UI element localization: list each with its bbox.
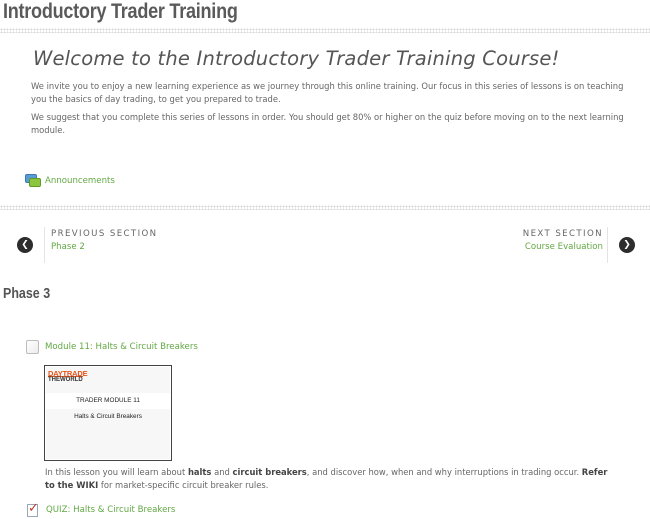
dotted-divider (0, 28, 650, 33)
chevron-right-icon[interactable]: ❯ (619, 237, 635, 253)
section-title: Phase 3 (3, 286, 51, 302)
dotted-divider (0, 205, 650, 210)
announcements-link[interactable]: Announcements (45, 176, 115, 186)
module-description: In this lesson you will learn about halt… (45, 467, 608, 490)
module-link[interactable]: Module 11: Halts & Circuit Breakers (45, 342, 198, 352)
next-section-heading: NEXT SECTION (522, 229, 603, 239)
module-activity[interactable]: Module 11: Halts & Circuit Breakers (26, 339, 198, 355)
intro-paragraph-2: We suggest that you complete this series… (31, 112, 624, 135)
quiz-icon: ✓ (27, 501, 39, 517)
quiz-link[interactable]: QUIZ: Halts & Circuit Breakers (46, 505, 175, 515)
forum-icon (25, 174, 41, 188)
nav-divider (607, 227, 608, 263)
nav-divider (44, 227, 45, 263)
logo-subtext: THEWORLD (48, 376, 83, 383)
previous-section-link[interactable]: Phase 2 (51, 242, 85, 252)
page-title: Introductory Trader Training (3, 0, 238, 23)
previous-section-heading: PREVIOUS SECTION (51, 229, 158, 239)
intro-paragraph-1: We invite you to enjoy a new learning ex… (31, 81, 624, 104)
thumbnail-subtitle: Halts & Circuit Breakers (74, 413, 142, 420)
quiz-activity[interactable]: ✓ QUIZ: Halts & Circuit Breakers (26, 502, 175, 518)
next-section-link[interactable]: Course Evaluation (525, 242, 603, 252)
welcome-heading: Welcome to the Introductory Trader Train… (33, 47, 560, 70)
module-thumbnail[interactable]: DAYTRADE THEWORLD TRADER MODULE 11 Halts… (44, 365, 172, 461)
chevron-left-icon[interactable]: ❮ (17, 237, 33, 253)
announcements-activity[interactable]: Announcements (25, 172, 115, 190)
thumbnail-title: TRADER MODULE 11 (76, 397, 140, 404)
page-icon (26, 340, 39, 354)
